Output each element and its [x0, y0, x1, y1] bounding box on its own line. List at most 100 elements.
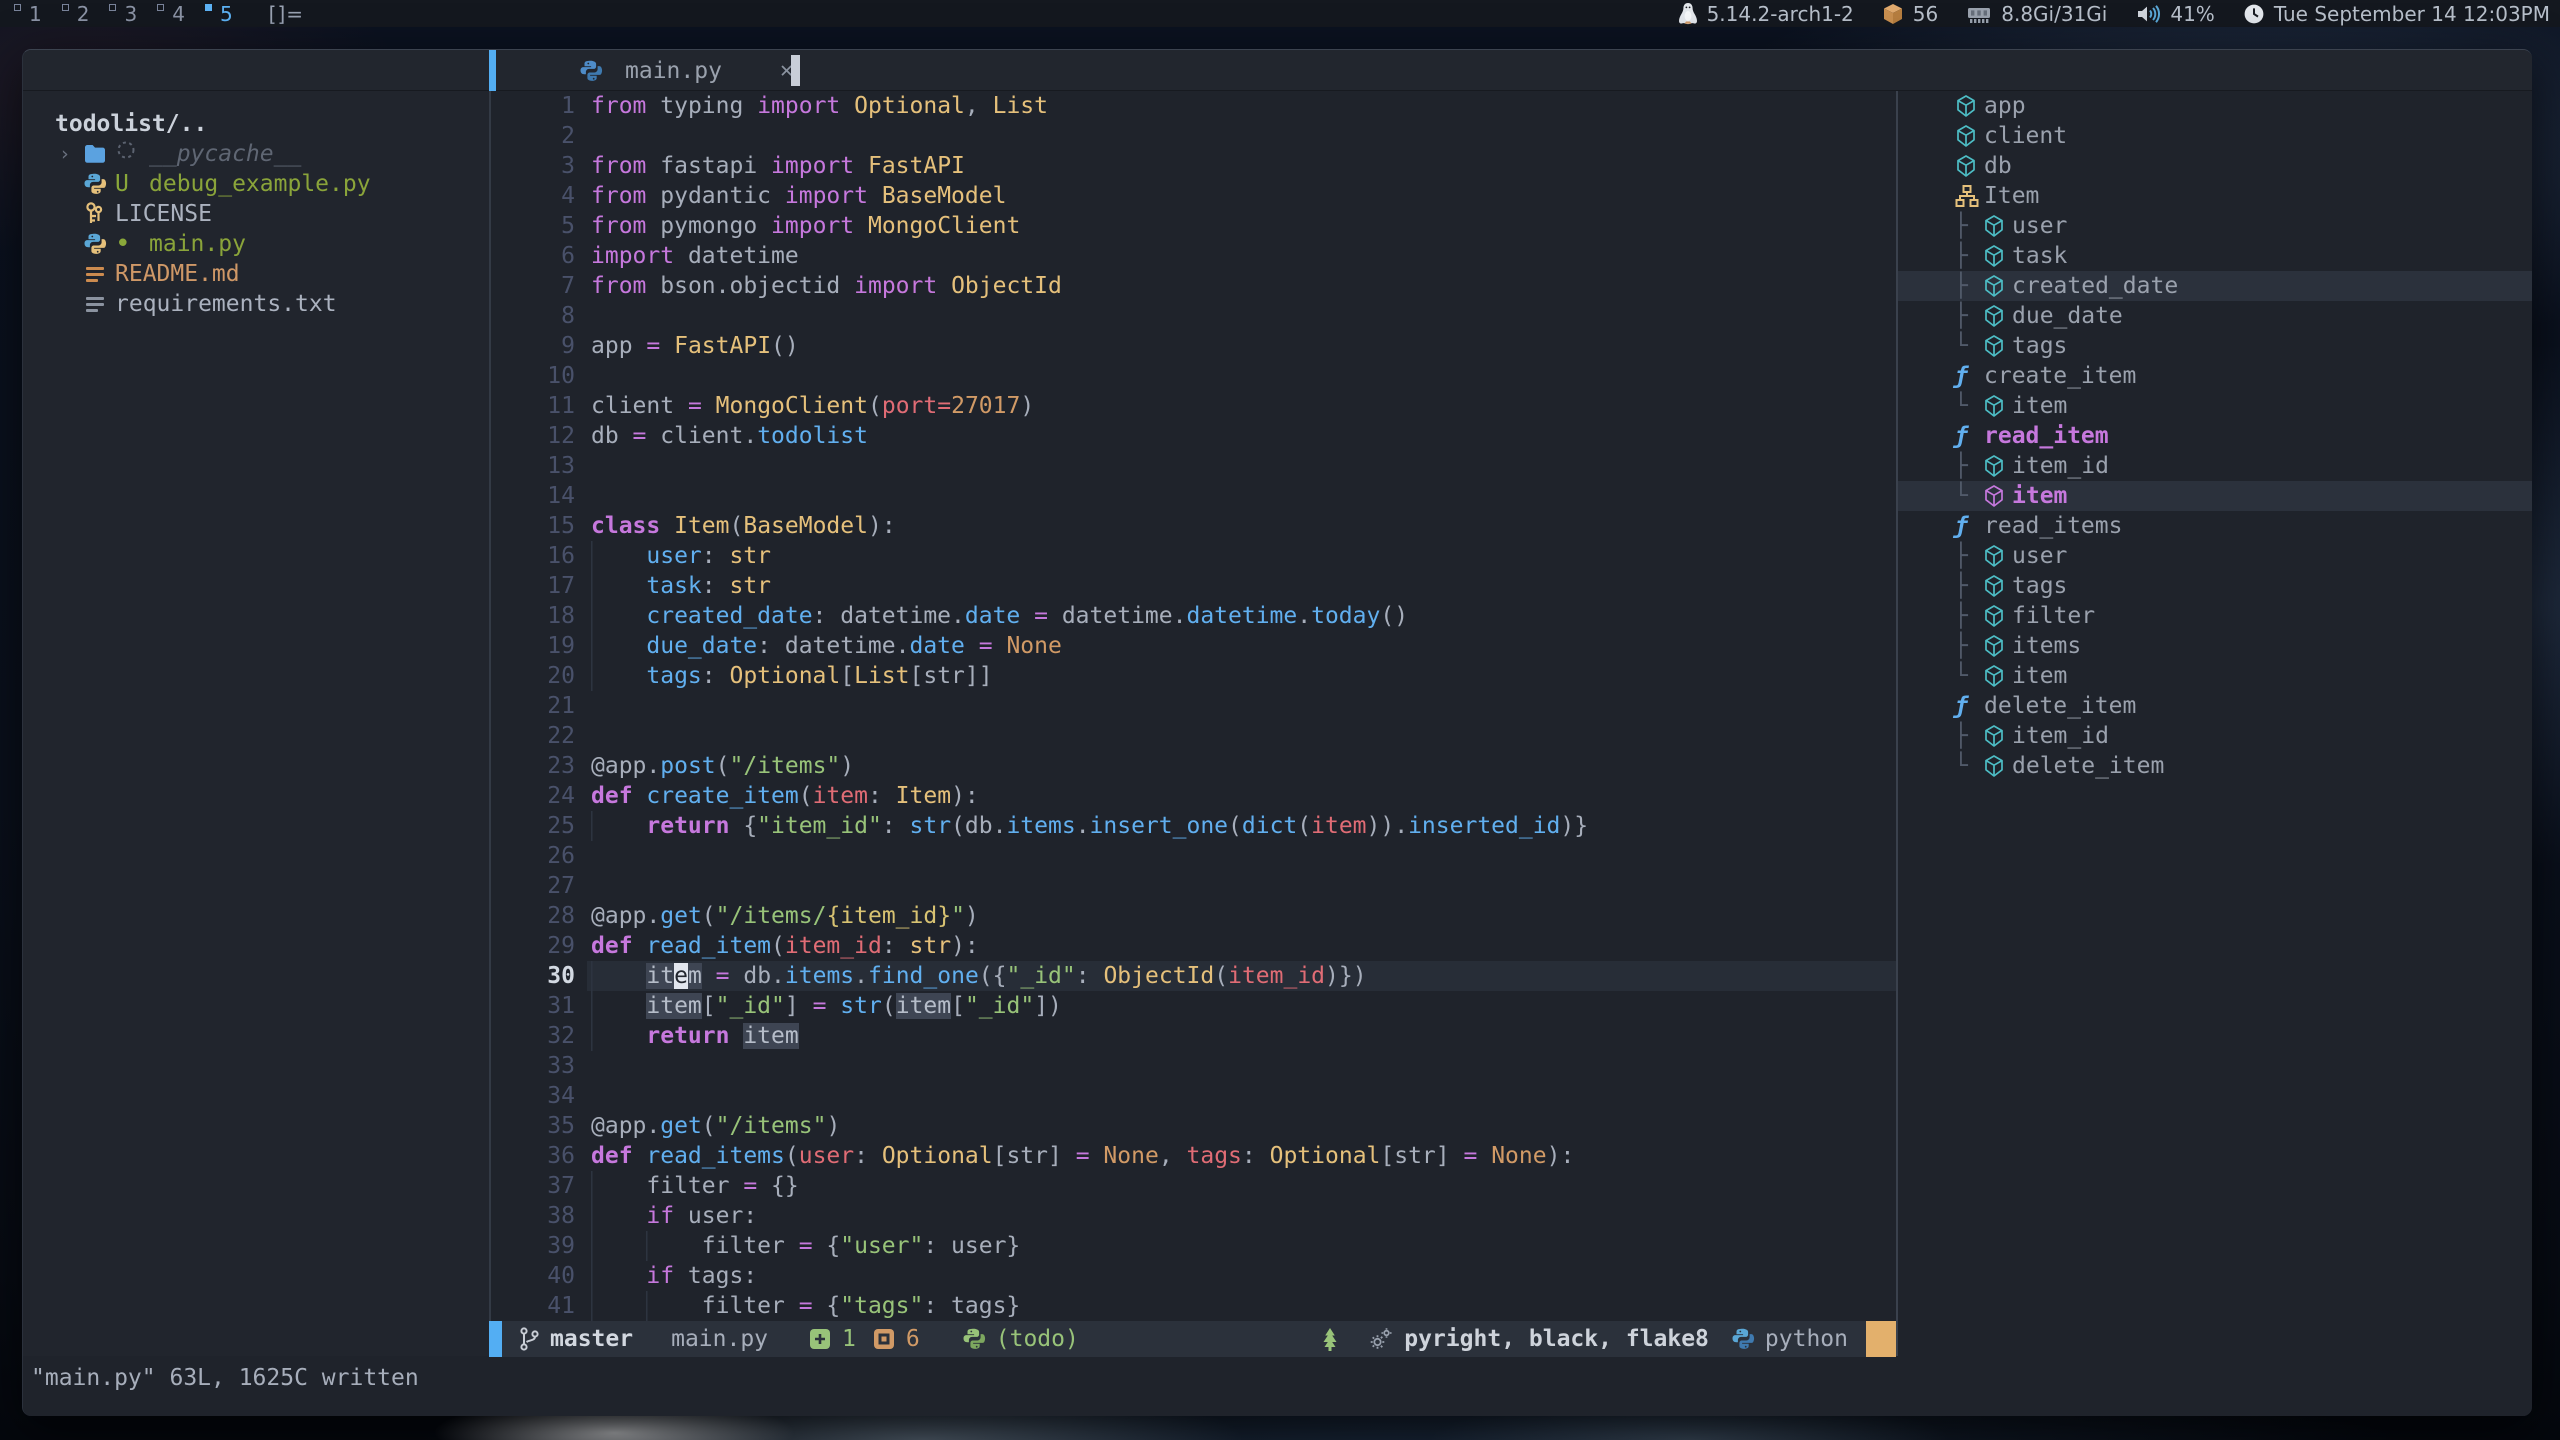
outline-item[interactable]: app: [1898, 91, 2532, 121]
outline-item[interactable]: ├created_date: [1898, 271, 2532, 301]
code-line-15[interactable]: 15class Item(BaseModel):: [491, 511, 1896, 541]
code-line-10[interactable]: 10: [491, 361, 1896, 391]
outline-item[interactable]: ├due_date: [1898, 301, 2532, 331]
outline-item[interactable]: ƒread_items: [1898, 511, 2532, 541]
outline-item[interactable]: client: [1898, 121, 2532, 151]
field-icon: [1982, 213, 2012, 239]
workspace-tag-2[interactable]: 2: [62, 2, 90, 26]
code-line-9[interactable]: 9app = FastAPI(): [491, 331, 1896, 361]
md-icon: [83, 263, 115, 285]
python-icon: [579, 59, 611, 83]
code-line-1[interactable]: 1from typing import Optional, List: [491, 91, 1896, 121]
workspace-tag-3[interactable]: 3: [109, 2, 137, 26]
code-line-17[interactable]: 17task: str: [491, 571, 1896, 601]
code-line-25[interactable]: 25return {"item_id": str(db.items.insert…: [491, 811, 1896, 841]
outline-item[interactable]: ├filter: [1898, 601, 2532, 631]
outline-item[interactable]: └item: [1898, 481, 2532, 511]
code-line-35[interactable]: 35@app.get("/items"): [491, 1111, 1896, 1141]
code-line-14[interactable]: 14: [491, 481, 1896, 511]
workspace-tag-5[interactable]: 5: [205, 2, 233, 26]
code-line-38[interactable]: 38if user:: [491, 1201, 1896, 1231]
status-kernel: 5.14.2-arch1-2: [1678, 2, 1854, 26]
workspace-tag-4[interactable]: 4: [157, 2, 185, 26]
workspace-tag-1[interactable]: 1: [14, 2, 42, 26]
code-line-24[interactable]: 24def create_item(item: Item):: [491, 781, 1896, 811]
code-line-34[interactable]: 34: [491, 1081, 1896, 1111]
status-package: 56: [1882, 2, 1938, 26]
outline-item[interactable]: ├user: [1898, 211, 2532, 241]
outline-item[interactable]: ├user: [1898, 541, 2532, 571]
python-icon: [83, 172, 115, 196]
outline-item[interactable]: └item: [1898, 391, 2532, 421]
tree-item[interactable]: •main.py: [23, 229, 489, 259]
git-ignored-icon: [115, 139, 149, 169]
code-line-21[interactable]: 21: [491, 691, 1896, 721]
terminal-editor-window: main.py ✕ todolist/..›__pycache__Udebug_…: [22, 49, 2532, 1416]
cursor: [791, 55, 800, 86]
git-status: U: [115, 169, 149, 199]
code-line-2[interactable]: 2: [491, 121, 1896, 151]
code-line-22[interactable]: 22: [491, 721, 1896, 751]
code-line-41[interactable]: 41filter = {"tags": tags}: [491, 1291, 1896, 1321]
code-line-36[interactable]: 36def read_items(user: Optional[str] = N…: [491, 1141, 1896, 1171]
outline-item[interactable]: ƒdelete_item: [1898, 691, 2532, 721]
code-line-13[interactable]: 13: [491, 451, 1896, 481]
tree-item[interactable]: LICENSE: [23, 199, 489, 229]
outline-item[interactable]: ƒcreate_item: [1898, 361, 2532, 391]
code-line-28[interactable]: 28@app.get("/items/{item_id}"): [491, 901, 1896, 931]
code-line-31[interactable]: 31item["_id"] = str(item["_id"]): [491, 991, 1896, 1021]
code-line-5[interactable]: 5from pymongo import MongoClient: [491, 211, 1896, 241]
field-icon: [1982, 243, 2012, 269]
code-line-32[interactable]: 32return item: [491, 1021, 1896, 1051]
outline-item[interactable]: Item: [1898, 181, 2532, 211]
outline-item[interactable]: db: [1898, 151, 2532, 181]
code-line-11[interactable]: 11client = MongoClient(port=27017): [491, 391, 1896, 421]
code-line-29[interactable]: 29def read_item(item_id: str):: [491, 931, 1896, 961]
volume-icon: [2135, 3, 2161, 25]
code-line-7[interactable]: 7from bson.objectid import ObjectId: [491, 271, 1896, 301]
command-line-message[interactable]: "main.py" 63L, 1625C written: [23, 1357, 2532, 1416]
outline-item[interactable]: ├items: [1898, 631, 2532, 661]
field-icon: [1954, 153, 1984, 179]
code-editor[interactable]: 1from typing import Optional, List23from…: [491, 91, 1896, 1356]
tree-item[interactable]: README.md: [23, 259, 489, 289]
field-icon: [1982, 333, 2012, 359]
branch-icon: [518, 1326, 540, 1352]
code-line-16[interactable]: 16user: str: [491, 541, 1896, 571]
tab-main-py[interactable]: main.py ✕: [579, 50, 793, 91]
tree-item[interactable]: requirements.txt: [23, 289, 489, 319]
code-line-26[interactable]: 26: [491, 841, 1896, 871]
code-line-33[interactable]: 33: [491, 1051, 1896, 1081]
code-line-30[interactable]: 30item = db.items.find_one({"_id": Objec…: [491, 961, 1896, 991]
layout-indicator[interactable]: []=: [269, 2, 304, 26]
outline-item[interactable]: ├item_id: [1898, 451, 2532, 481]
code-line-27[interactable]: 27: [491, 871, 1896, 901]
filetype: python: [1731, 1326, 1848, 1352]
code-line-19[interactable]: 19due_date: datetime.date = None: [491, 631, 1896, 661]
tree-item[interactable]: Udebug_example.py: [23, 169, 489, 199]
outline-item[interactable]: ├item_id: [1898, 721, 2532, 751]
code-line-6[interactable]: 6import datetime: [491, 241, 1896, 271]
outline-item[interactable]: └delete_item: [1898, 751, 2532, 781]
code-line-40[interactable]: 40if tags:: [491, 1261, 1896, 1291]
code-line-18[interactable]: 18created_date: datetime.date = datetime…: [491, 601, 1896, 631]
code-line-3[interactable]: 3from fastapi import FastAPI: [491, 151, 1896, 181]
outline-item[interactable]: ƒread_item: [1898, 421, 2532, 451]
code-line-39[interactable]: 39filter = {"user": user}: [491, 1231, 1896, 1261]
code-line-23[interactable]: 23@app.post("/items"): [491, 751, 1896, 781]
field-icon: [1982, 753, 2012, 779]
outline-item[interactable]: └tags: [1898, 331, 2532, 361]
code-line-8[interactable]: 8: [491, 301, 1896, 331]
code-line-12[interactable]: 12db = client.todolist: [491, 421, 1896, 451]
folder-icon: [83, 143, 115, 165]
code-line-37[interactable]: 37filter = {}: [491, 1171, 1896, 1201]
outline-item[interactable]: └item: [1898, 661, 2532, 691]
status-clock: Tue September 14 12:03PM: [2243, 2, 2550, 26]
outline-item[interactable]: ├tags: [1898, 571, 2532, 601]
code-line-20[interactable]: 20tags: Optional[List[str]]: [491, 661, 1896, 691]
tree-root[interactable]: todolist/..: [23, 109, 489, 139]
code-line-4[interactable]: 4from pydantic import BaseModel: [491, 181, 1896, 211]
tree-item[interactable]: ›__pycache__: [23, 139, 489, 169]
field-icon: [1982, 573, 2012, 599]
outline-item[interactable]: ├task: [1898, 241, 2532, 271]
